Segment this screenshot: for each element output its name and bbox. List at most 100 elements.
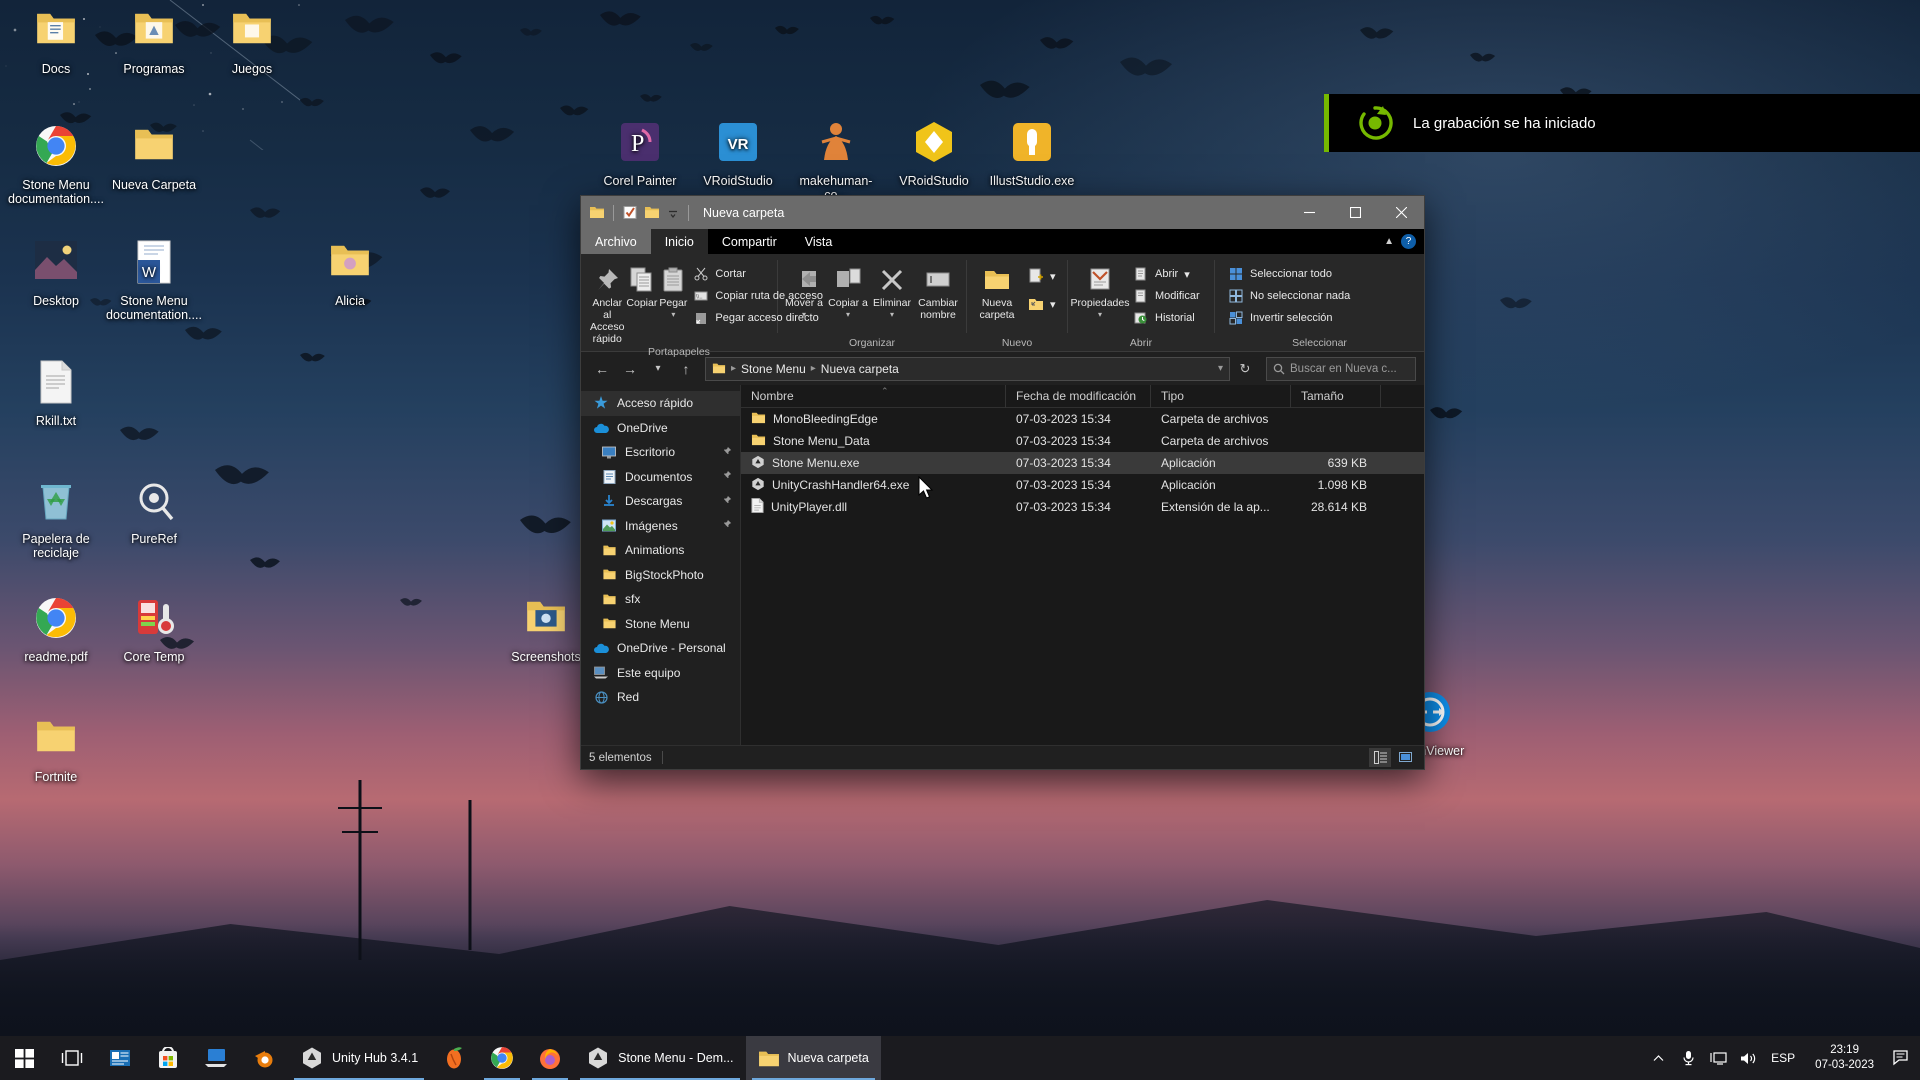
properties-checkbox-icon[interactable] — [622, 205, 638, 220]
nav-item-escritorio[interactable]: Escritorio — [581, 440, 740, 465]
tab-archivo[interactable]: Archivo — [581, 229, 651, 254]
clock[interactable]: 23:19 07-03-2023 — [1803, 1043, 1886, 1073]
taskbar-file-explorer-app[interactable]: Nueva carpeta — [746, 1036, 881, 1080]
column-header-tama-o[interactable]: Tamaño — [1291, 385, 1381, 408]
copy-to-button[interactable]: Copiar a ▾ — [826, 259, 870, 321]
ribbon-tabs[interactable]: Archivo Inicio Compartir Vista ▲? — [581, 229, 1424, 254]
start-button[interactable] — [0, 1036, 48, 1080]
open-button[interactable]: Abrir ▾ — [1128, 263, 1205, 285]
minimize-button[interactable] — [1286, 196, 1332, 229]
navigation-pane[interactable]: Acceso rápido OneDrive Escritorio Documento… — [581, 385, 741, 745]
system-tray[interactable]: ESP 23:19 07-03-2023 — [1643, 1036, 1920, 1080]
nav-item-im-genes[interactable]: Imágenes — [581, 514, 740, 539]
help-icon[interactable]: ? — [1401, 234, 1416, 249]
pin-icon[interactable] — [722, 495, 732, 508]
desktop-icon-desktop[interactable]: Desktop — [8, 240, 104, 308]
nav-item-stone-menu[interactable]: Stone Menu — [581, 612, 740, 637]
chevron-down-icon[interactable]: ▾ — [1050, 270, 1056, 283]
delete-button[interactable]: Eliminar ▾ — [870, 259, 914, 321]
file-row[interactable]: UnityPlayer.dll 07-03-2023 15:34 Extensión… — [741, 496, 1424, 518]
remote-desktop-button[interactable] — [192, 1036, 240, 1080]
ribbon-toolbar[interactable]: Anclar al Acceso rápido Copiar Pegar ▾ C… — [581, 254, 1424, 352]
view-buttons[interactable] — [1369, 748, 1416, 767]
volume-button[interactable] — [1733, 1051, 1763, 1066]
select-all-button[interactable]: Seleccionar todo — [1223, 263, 1355, 285]
desktop-icon-rkill-txt[interactable]: Rkill.txt — [8, 360, 104, 428]
blender-button[interactable] — [240, 1036, 288, 1080]
file-rows[interactable]: MonoBleedingEdge 07-03-2023 15:34 Carpeta … — [741, 408, 1424, 745]
task-view-button[interactable] — [48, 1036, 96, 1080]
taskbar-stone-menu-app[interactable]: Stone Menu - Dem... — [574, 1036, 745, 1080]
history-button[interactable]: Historial — [1128, 307, 1205, 329]
select-none-button[interactable]: No seleccionar nada — [1223, 285, 1355, 307]
move-to-button[interactable]: Mover a ▾ — [782, 259, 826, 321]
column-headers[interactable]: Nombre Fecha de modificación Tipo Tamaño ⌃ — [741, 385, 1424, 408]
desktop-icon-readme-pdf[interactable]: readme.pdf — [8, 596, 104, 664]
chevron-down-icon[interactable]: ▾ — [671, 309, 675, 321]
nav-item-bigstockphoto[interactable]: BigStockPhoto — [581, 563, 740, 588]
taskbar-apps[interactable]: Unity Hub 3.4.1 Stone Menu - Dem... Nueva … — [288, 1036, 881, 1080]
search-input[interactable]: Buscar en Nueva c... — [1266, 357, 1416, 381]
new-folder-button[interactable]: Nueva carpeta — [971, 259, 1023, 321]
desktop-icon-programas[interactable]: Programas — [106, 8, 202, 76]
desktop-icon-juegos[interactable]: Juegos — [204, 8, 300, 76]
desktop-icon-stone-menu-documentation[interactable]: W Stone Menu documentation.... — [106, 240, 202, 322]
details-view-button[interactable] — [1369, 748, 1391, 767]
edit-button[interactable]: Modificar — [1128, 285, 1205, 307]
nav-item-red[interactable]: Red — [581, 685, 740, 710]
desktop-icon-papelera-de-reciclaje[interactable]: Papelera de reciclaje — [8, 478, 104, 560]
copy-button[interactable]: Copiar — [625, 259, 658, 309]
display-button[interactable] — [1703, 1051, 1733, 1066]
pin-to-quick-access-button[interactable]: Anclar al Acceso rápido — [589, 259, 625, 345]
easy-access-button[interactable]: ▾ — [1023, 295, 1061, 313]
desktop-icon-alicia[interactable]: Alicia — [302, 240, 398, 308]
chevron-down-icon[interactable]: ▾ — [846, 309, 850, 321]
tab-vista[interactable]: Vista — [791, 229, 847, 254]
desktop-icon-makehuman-co[interactable]: makehuman-co... — [788, 120, 884, 202]
window-controls[interactable] — [1286, 196, 1424, 229]
large-icons-view-button[interactable] — [1394, 748, 1416, 767]
file-explorer-window[interactable]: Nueva carpeta Archivo Inicio Compartir Vist… — [580, 195, 1425, 770]
properties-button[interactable]: Propiedades ▾ — [1072, 259, 1128, 321]
nav-item-acceso-r-pido[interactable]: Acceso rápido — [581, 391, 740, 416]
column-header-fecha-de-modificaci-n[interactable]: Fecha de modificación — [1006, 385, 1151, 408]
new-folder-icon[interactable] — [644, 205, 660, 220]
chevron-down-icon[interactable]: ▾ — [1098, 309, 1102, 321]
tab-compartir[interactable]: Compartir — [708, 229, 791, 254]
quick-access-toolbar[interactable] — [589, 205, 691, 221]
rename-button[interactable]: Cambiar nombre — [914, 259, 962, 321]
nav-item-documentos[interactable]: Documentos — [581, 465, 740, 490]
desktop-icon-illuststudio-exe[interactable]: IllustStudio.exe — [984, 120, 1080, 188]
folder-icon[interactable] — [589, 205, 605, 220]
file-row[interactable]: MonoBleedingEdge 07-03-2023 15:34 Carpeta … — [741, 408, 1424, 430]
chevron-down-icon[interactable]: ▾ — [802, 309, 806, 321]
window-titlebar[interactable]: Nueva carpeta — [581, 196, 1424, 229]
microsoft-store-button[interactable] — [144, 1036, 192, 1080]
taskbar[interactable]: Unity Hub 3.4.1 Stone Menu - Dem... Nueva … — [0, 1036, 1920, 1080]
taskbar-unity-hub-app[interactable]: Unity Hub 3.4.1 — [288, 1036, 430, 1080]
file-list-pane[interactable]: Nombre Fecha de modificación Tipo Tamaño ⌃ M… — [741, 385, 1424, 745]
tray-overflow-button[interactable] — [1643, 1052, 1673, 1065]
taskbar-fl-studio-app[interactable] — [430, 1036, 478, 1080]
column-header-nombre[interactable]: Nombre — [741, 385, 1006, 408]
nav-item-sfx[interactable]: sfx — [581, 587, 740, 612]
pin-icon[interactable] — [722, 519, 732, 532]
desktop-icon-docs[interactable]: Docs — [8, 8, 104, 76]
breadcrumb[interactable]: ▸ Stone Menu ▸ Nueva carpeta ▾ — [705, 357, 1230, 381]
news-widget-button[interactable] — [96, 1036, 144, 1080]
desktop-icon-corel-painter[interactable]: P Corel Painter — [592, 120, 688, 188]
nav-item-este-equipo[interactable]: Este equipo — [581, 661, 740, 686]
file-row[interactable]: Stone Menu_Data 07-03-2023 15:34 Carpeta d… — [741, 430, 1424, 452]
paste-button[interactable]: Pegar ▾ — [658, 259, 688, 321]
close-button[interactable] — [1378, 196, 1424, 229]
desktop-icon-nueva-carpeta[interactable]: Nueva Carpeta — [106, 124, 202, 192]
chevron-down-icon[interactable]: ▾ — [1050, 298, 1056, 311]
nav-item-onedrive-personal[interactable]: OneDrive - Personal — [581, 636, 740, 661]
recording-toast[interactable]: La grabación se ha iniciado — [1324, 94, 1920, 152]
language-indicator[interactable]: ESP — [1763, 1051, 1803, 1065]
action-center-button[interactable] — [1886, 1050, 1916, 1066]
desktop-icon-core-temp[interactable]: Core Temp — [106, 596, 202, 664]
breadcrumb-item-0[interactable]: Stone Menu — [741, 362, 806, 376]
pin-icon[interactable] — [722, 470, 732, 483]
customize-dropdown-icon[interactable] — [666, 206, 680, 220]
